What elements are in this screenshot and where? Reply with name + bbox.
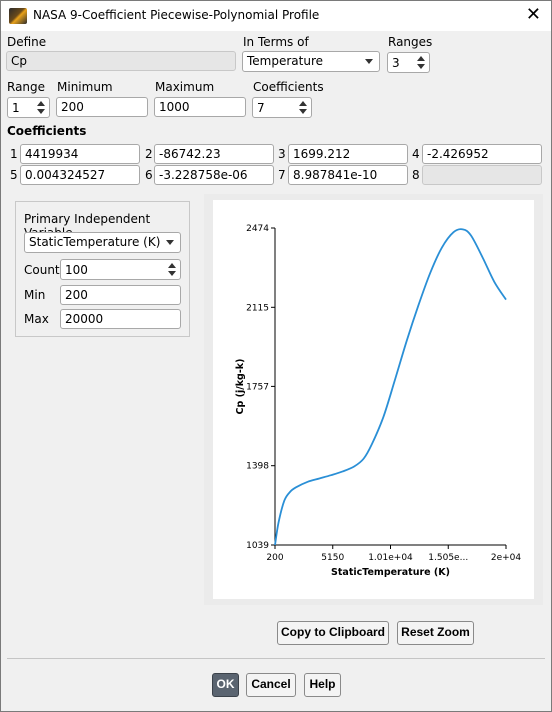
count-value: 100 bbox=[65, 263, 88, 277]
max-label: Max bbox=[24, 312, 49, 326]
coefficient-3-field[interactable]: 1699.212 bbox=[288, 144, 408, 164]
close-icon[interactable]: ✕ bbox=[526, 5, 541, 25]
coefficient-1-field[interactable]: 4419934 bbox=[20, 144, 140, 164]
count-stepper[interactable]: 100 bbox=[60, 259, 181, 280]
coefficient-index: 7 bbox=[278, 168, 286, 182]
reset-zoom-button[interactable]: Reset Zoom bbox=[397, 621, 474, 645]
y-tick-label: 2474 bbox=[246, 224, 269, 234]
chevron-down-icon bbox=[365, 59, 373, 64]
coefficients-count-label: Coefficients bbox=[253, 80, 324, 94]
primary-independent-variable-panel: Primary Independent Variable StaticTempe… bbox=[15, 201, 190, 337]
spin-down-icon[interactable] bbox=[417, 64, 425, 69]
max-field[interactable]: 20000 bbox=[60, 309, 181, 329]
minimum-label: Minimum bbox=[57, 80, 113, 94]
cp-series-line bbox=[274, 228, 507, 546]
x-tick-label: 1.505e... bbox=[428, 553, 468, 563]
coefficients-heading: Coefficients bbox=[7, 124, 87, 138]
chevron-down-icon bbox=[166, 240, 174, 245]
spin-up-icon[interactable] bbox=[299, 101, 307, 106]
x-tick-label: 200 bbox=[266, 553, 283, 563]
variable-dropdown[interactable]: StaticTemperature (K) bbox=[24, 232, 181, 253]
variable-value: StaticTemperature (K) bbox=[29, 235, 161, 249]
min-label: Min bbox=[24, 288, 46, 302]
ranges-stepper[interactable]: 3 bbox=[387, 52, 430, 73]
count-label: Count bbox=[24, 263, 60, 277]
coefficient-4-field[interactable]: -2.426952 bbox=[422, 144, 542, 164]
maximum-label: Maximum bbox=[155, 80, 215, 94]
coefficients-count-stepper[interactable]: 7 bbox=[252, 97, 312, 118]
spin-down-icon[interactable] bbox=[37, 109, 45, 114]
plot-area: 1039 1398 1757 2115 2474 200 5150 1.01e+04 1.505… bbox=[204, 194, 543, 605]
plot-canvas: 1039 1398 1757 2115 2474 200 5150 1.01e+04 1.505… bbox=[213, 200, 534, 599]
coefficient-index: 5 bbox=[10, 168, 18, 182]
y-tick-label: 1757 bbox=[246, 382, 269, 392]
in-terms-of-value: Temperature bbox=[247, 54, 324, 68]
coefficients-count-value: 7 bbox=[257, 101, 265, 115]
coefficient-index: 6 bbox=[145, 168, 153, 182]
ansys-logo-icon bbox=[9, 8, 27, 24]
coefficient-7-field[interactable]: 8.987841e-10 bbox=[288, 165, 408, 185]
define-field: Cp bbox=[6, 51, 236, 71]
coefficient-index: 4 bbox=[412, 147, 420, 161]
in-terms-of-dropdown[interactable]: Temperature bbox=[242, 51, 380, 72]
cp-chart[interactable]: 1039 1398 1757 2115 2474 200 5150 1.01e+04 1.505… bbox=[213, 200, 534, 599]
coefficient-index: 1 bbox=[10, 147, 18, 161]
coefficient-6-field[interactable]: -3.228758e-06 bbox=[154, 165, 274, 185]
coefficient-index: 3 bbox=[278, 147, 286, 161]
spin-up-icon[interactable] bbox=[37, 101, 45, 106]
minimum-field[interactable]: 200 bbox=[56, 97, 148, 117]
dialog-window: NASA 9-Coefficient Piecewise-Polynomial … bbox=[0, 0, 552, 712]
x-axis-label: StaticTemperature (K) bbox=[331, 567, 450, 578]
coefficient-5-field[interactable]: 0.004324527 bbox=[20, 165, 140, 185]
window-title: NASA 9-Coefficient Piecewise-Polynomial … bbox=[33, 8, 320, 22]
title-bar: NASA 9-Coefficient Piecewise-Polynomial … bbox=[1, 1, 551, 31]
coefficient-2-field[interactable]: -86742.23 bbox=[154, 144, 274, 164]
min-field[interactable]: 200 bbox=[60, 285, 181, 305]
spin-up-icon[interactable] bbox=[417, 56, 425, 61]
range-stepper[interactable]: 1 bbox=[7, 97, 50, 118]
y-tick-label: 2115 bbox=[246, 303, 269, 313]
cancel-button[interactable]: Cancel bbox=[246, 673, 296, 697]
y-axis-label: Cp (j/kg-k) bbox=[235, 359, 246, 415]
coefficient-index: 8 bbox=[412, 168, 420, 182]
coefficient-index: 2 bbox=[145, 147, 153, 161]
define-label: Define bbox=[7, 35, 47, 49]
ranges-label: Ranges bbox=[388, 35, 433, 49]
y-tick-label: 1398 bbox=[246, 462, 269, 472]
y-tick-label: 1039 bbox=[246, 541, 269, 551]
x-tick-label: 1.01e+04 bbox=[368, 553, 413, 563]
in-terms-of-label: In Terms of bbox=[243, 35, 309, 49]
x-tick-label: 5150 bbox=[321, 553, 344, 563]
spin-up-icon[interactable] bbox=[168, 263, 176, 268]
spin-down-icon[interactable] bbox=[299, 109, 307, 114]
maximum-field[interactable]: 1000 bbox=[154, 97, 246, 117]
footer-divider bbox=[7, 658, 545, 659]
ok-button[interactable]: OK bbox=[212, 673, 239, 697]
range-value: 1 bbox=[12, 101, 20, 115]
range-label: Range bbox=[7, 80, 46, 94]
ranges-value: 3 bbox=[392, 56, 400, 70]
coefficient-8-field bbox=[422, 165, 542, 185]
spin-down-icon[interactable] bbox=[168, 271, 176, 276]
x-tick-label: 2e+04 bbox=[491, 553, 522, 563]
help-button[interactable]: Help bbox=[304, 673, 341, 697]
copy-to-clipboard-button[interactable]: Copy to Clipboard bbox=[277, 621, 389, 645]
